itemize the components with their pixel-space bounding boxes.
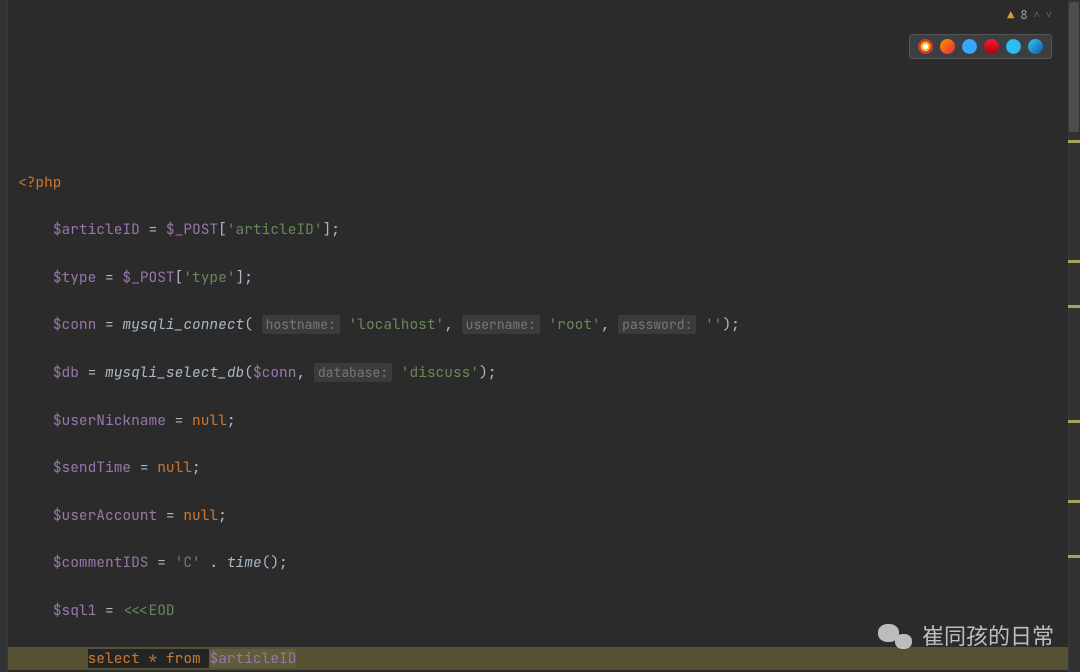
watermark: 崔同孩的日常 (878, 620, 1054, 654)
safari-icon[interactable] (962, 39, 977, 54)
scroll-marker (1068, 555, 1080, 558)
scroll-marker (1068, 140, 1080, 143)
chevron-up-icon[interactable]: ˄ (1034, 4, 1040, 28)
vertical-scrollbar[interactable] (1068, 0, 1080, 672)
code-line[interactable]: $userAccount = null; (8, 504, 1080, 528)
browser-preview-toolbar[interactable] (909, 34, 1052, 59)
ie-icon[interactable] (1006, 39, 1021, 54)
code-line[interactable]: $commentIDS = 'C' . time(); (8, 551, 1080, 575)
code-editor: ▲ 8 ˄ ˅ <?php $articleID = $_POST['artic… (0, 0, 1080, 672)
code-line[interactable]: $articleID = $_POST['articleID']; (8, 218, 1080, 242)
code-line[interactable]: $userNickname = null; (8, 409, 1080, 433)
scroll-marker (1068, 500, 1080, 503)
scroll-marker (1068, 420, 1080, 423)
chrome-icon[interactable] (918, 39, 933, 54)
scroll-thumb[interactable] (1069, 2, 1079, 132)
warning-icon: ▲ (1007, 4, 1014, 28)
scroll-marker (1068, 260, 1080, 263)
code-line[interactable]: $type = $_POST['type']; (8, 266, 1080, 290)
code-line[interactable]: $db = mysqli_select_db($conn, database: … (8, 361, 1080, 385)
watermark-text: 崔同孩的日常 (922, 625, 1054, 649)
code-line[interactable]: $sendTime = null; (8, 456, 1080, 480)
scroll-marker (1068, 305, 1080, 308)
gutter (0, 0, 8, 672)
firefox-icon[interactable] (940, 39, 955, 54)
edge-icon[interactable] (1028, 39, 1043, 54)
warning-count: 8 (1020, 4, 1027, 28)
code-line[interactable]: <?php (8, 171, 1080, 195)
code-line[interactable]: $conn = mysqli_connect( hostname: 'local… (8, 313, 1080, 337)
wechat-icon (878, 620, 912, 654)
chevron-down-icon[interactable]: ˅ (1046, 4, 1052, 28)
code-area[interactable]: ▲ 8 ˄ ˅ <?php $articleID = $_POST['artic… (8, 0, 1080, 672)
inspection-summary[interactable]: ▲ 8 ˄ ˅ (1007, 4, 1052, 28)
opera-icon[interactable] (984, 39, 999, 54)
